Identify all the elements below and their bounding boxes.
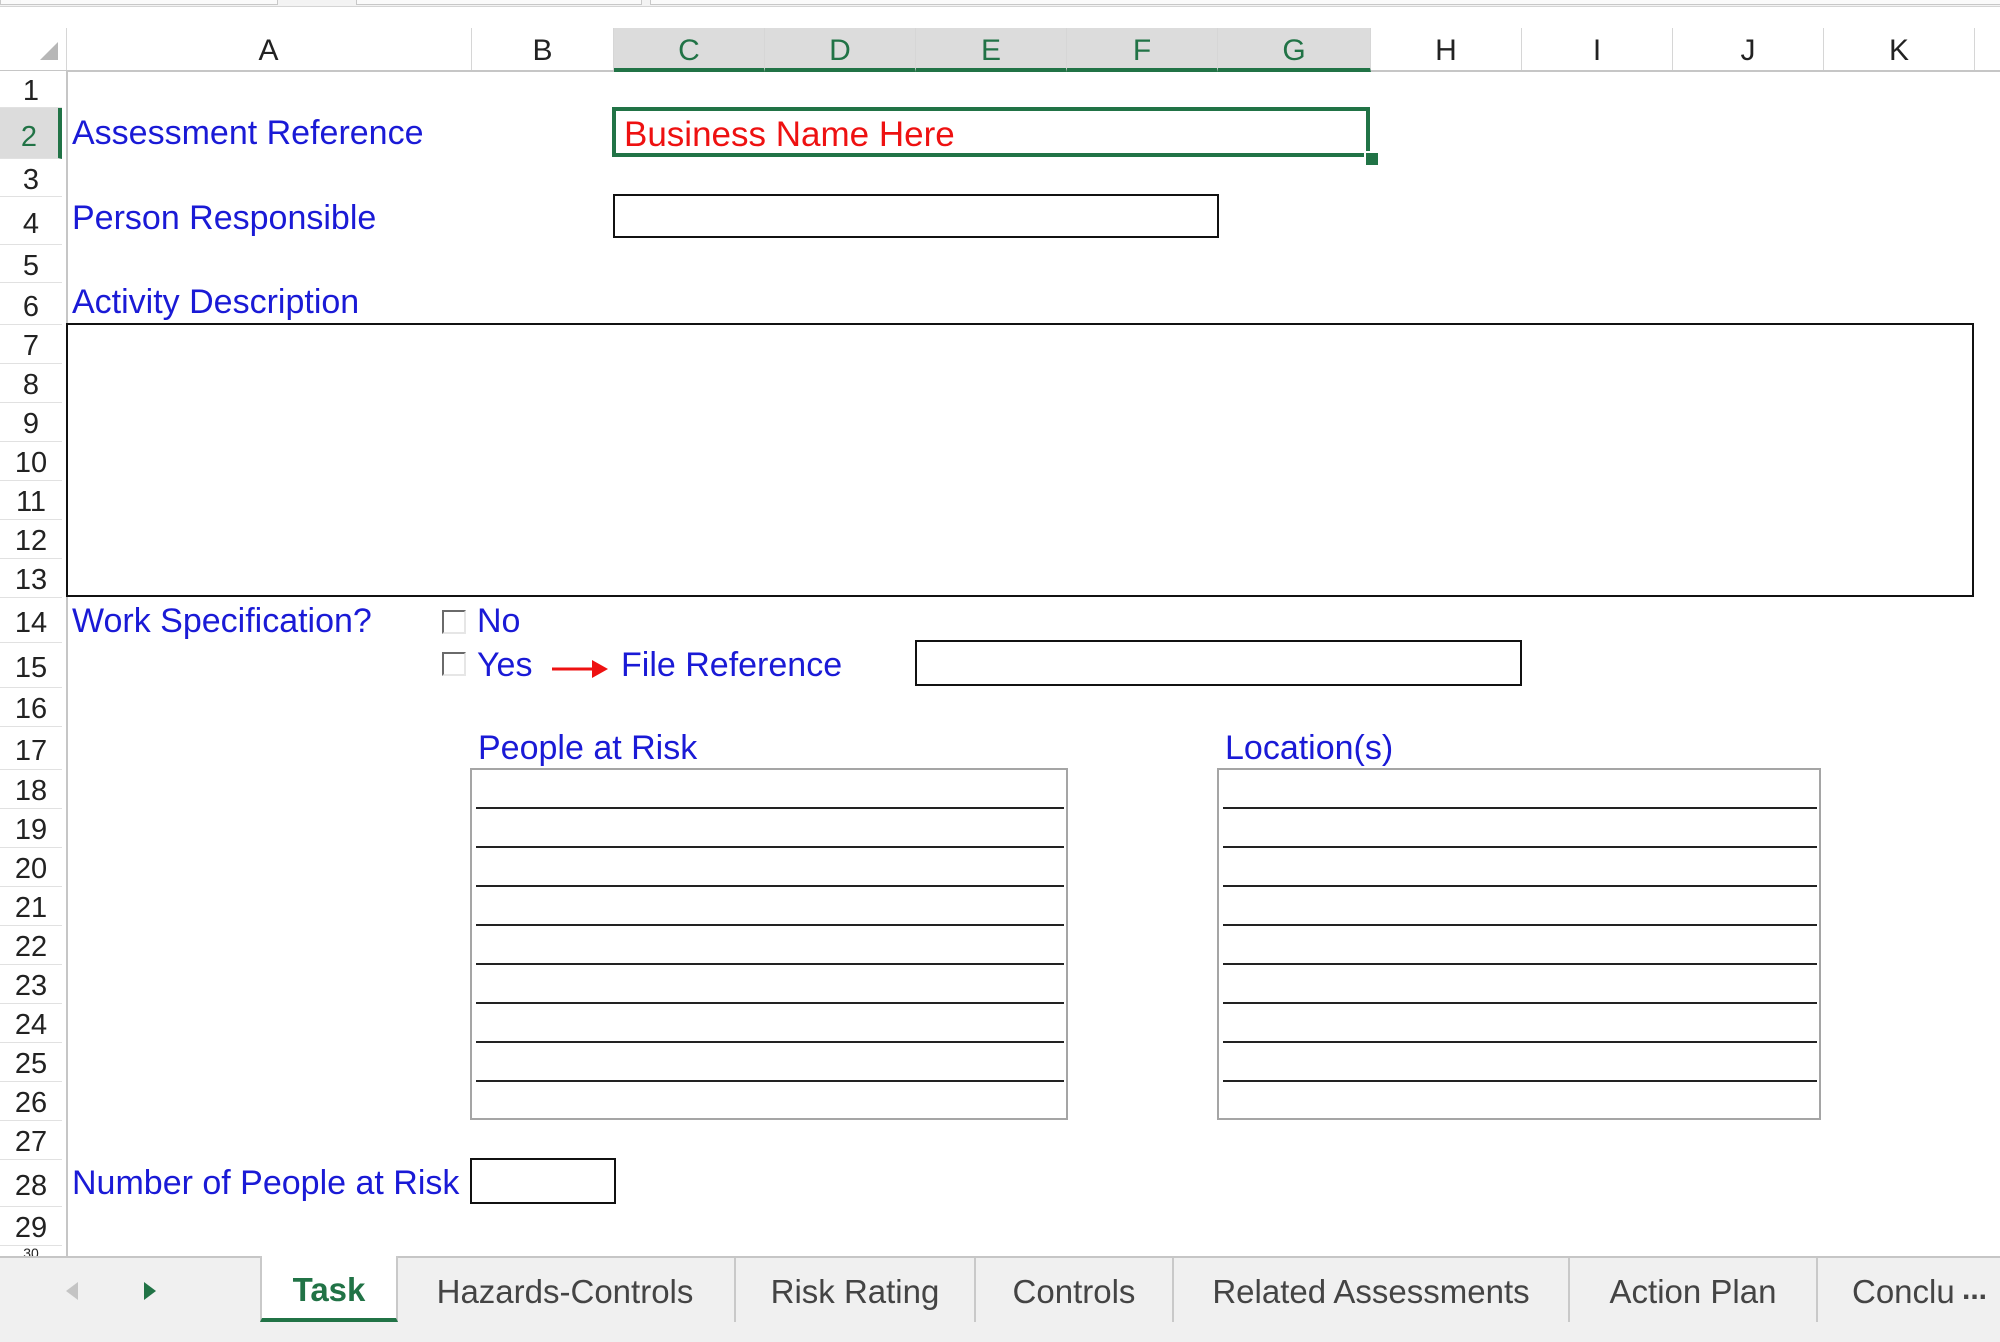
column-header-g[interactable]: G bbox=[1218, 28, 1371, 72]
row-header-16[interactable]: 16 bbox=[0, 688, 62, 727]
row-header-23[interactable]: 23 bbox=[0, 965, 62, 1004]
row-header-19[interactable]: 19 bbox=[0, 809, 62, 848]
list-row-divider bbox=[1223, 885, 1817, 887]
list-row-divider bbox=[1223, 924, 1817, 926]
row-header-3[interactable]: 3 bbox=[0, 159, 62, 197]
list-row-divider bbox=[476, 846, 1064, 848]
list-row-divider bbox=[476, 1041, 1064, 1043]
list-row-divider bbox=[476, 963, 1064, 965]
column-header-k[interactable]: K bbox=[1824, 28, 1975, 70]
list-row-divider bbox=[476, 807, 1064, 809]
row-header-12[interactable]: 12 bbox=[0, 520, 62, 559]
row-header-1[interactable]: 1 bbox=[0, 71, 62, 108]
column-header-b[interactable]: B bbox=[472, 28, 614, 70]
more-tabs-ellipsis[interactable]: ... bbox=[1962, 1258, 1987, 1322]
fill-handle[interactable] bbox=[1364, 151, 1380, 167]
row-header-4[interactable]: 4 bbox=[0, 197, 62, 245]
column-header-f[interactable]: F bbox=[1067, 28, 1218, 72]
row-header-7[interactable]: 7 bbox=[0, 325, 62, 364]
number-of-people-input[interactable] bbox=[470, 1158, 616, 1204]
list-row-divider bbox=[1223, 807, 1817, 809]
row-header-5[interactable]: 5 bbox=[0, 245, 62, 283]
row-header-15[interactable]: 15 bbox=[0, 643, 62, 688]
work-specification-label: Work Specification? bbox=[72, 602, 372, 640]
list-row-divider bbox=[1223, 1002, 1817, 1004]
row-header-14[interactable]: 14 bbox=[0, 598, 62, 643]
list-row-divider bbox=[1223, 963, 1817, 965]
person-responsible-label: Person Responsible bbox=[72, 199, 377, 237]
selected-cell-assessment-reference[interactable]: Business Name Here bbox=[612, 107, 1370, 157]
list-row-divider bbox=[476, 924, 1064, 926]
number-of-people-at-risk-label: Number of People at Risk bbox=[72, 1164, 460, 1202]
row-header-17[interactable]: 17 bbox=[0, 727, 62, 770]
activity-description-textarea[interactable] bbox=[66, 323, 1974, 597]
list-row-divider bbox=[476, 1080, 1064, 1082]
row-header-26[interactable]: 26 bbox=[0, 1082, 62, 1121]
column-header-a[interactable]: A bbox=[66, 28, 472, 70]
tab-hazards-controls[interactable]: Hazards-Controls bbox=[396, 1258, 736, 1322]
no-label[interactable]: No bbox=[477, 602, 520, 641]
row-header-11[interactable]: 11 bbox=[0, 481, 62, 520]
tab-task[interactable]: Task bbox=[260, 1256, 398, 1322]
arrow-right-icon bbox=[552, 660, 608, 678]
column-header-i[interactable]: I bbox=[1522, 28, 1673, 70]
row-header-29[interactable]: 29 bbox=[0, 1207, 62, 1246]
row-header-8[interactable]: 8 bbox=[0, 364, 62, 403]
ribbon-control[interactable] bbox=[0, 0, 278, 5]
tab-risk-rating[interactable]: Risk Rating bbox=[736, 1258, 976, 1322]
row-header-22[interactable]: 22 bbox=[0, 926, 62, 965]
list-row-divider bbox=[1223, 1080, 1817, 1082]
ribbon-control[interactable] bbox=[356, 0, 642, 5]
row-header-13[interactable]: 13 bbox=[0, 559, 62, 598]
file-reference-label: File Reference bbox=[621, 646, 843, 684]
yes-label[interactable]: Yes bbox=[477, 646, 532, 685]
column-header-h[interactable]: H bbox=[1371, 28, 1522, 70]
row-header-20[interactable]: 20 bbox=[0, 848, 62, 887]
sheet-tab-bar: Task Hazards-Controls Risk Rating Contro… bbox=[0, 1256, 2000, 1324]
row-header-21[interactable]: 21 bbox=[0, 887, 62, 926]
person-responsible-input[interactable] bbox=[613, 194, 1219, 238]
business-name-value: Business Name Here bbox=[624, 115, 955, 154]
tab-action-plan[interactable]: Action Plan bbox=[1570, 1258, 1818, 1322]
locations-label: Location(s) bbox=[1225, 729, 1394, 767]
people-at-risk-label: People at Risk bbox=[478, 729, 698, 767]
status-bar bbox=[0, 1322, 2000, 1342]
column-header-j[interactable]: J bbox=[1673, 28, 1824, 70]
tab-controls[interactable]: Controls bbox=[976, 1258, 1174, 1322]
people-at-risk-listbox[interactable] bbox=[470, 768, 1068, 1120]
row-header-25[interactable]: 25 bbox=[0, 1043, 62, 1082]
yes-checkbox[interactable] bbox=[442, 652, 466, 676]
scroll-tabs-right-icon[interactable] bbox=[142, 1280, 158, 1302]
column-header-d[interactable]: D bbox=[765, 28, 916, 72]
row-header-9[interactable]: 9 bbox=[0, 403, 62, 442]
row-header-6[interactable]: 6 bbox=[0, 283, 62, 325]
column-header-c[interactable]: C bbox=[614, 28, 765, 72]
formula-bar[interactable] bbox=[650, 0, 2000, 5]
row-header-10[interactable]: 10 bbox=[0, 442, 62, 481]
select-all-triangle-icon bbox=[40, 42, 58, 60]
no-checkbox[interactable] bbox=[442, 610, 466, 634]
row-header-27[interactable]: 27 bbox=[0, 1121, 62, 1160]
file-reference-input[interactable] bbox=[915, 640, 1522, 686]
row-header-18[interactable]: 18 bbox=[0, 770, 62, 809]
row-header-24[interactable]: 24 bbox=[0, 1004, 62, 1043]
list-row-divider bbox=[476, 885, 1064, 887]
list-row-divider bbox=[1223, 1041, 1817, 1043]
tab-conclu[interactable]: Conclu bbox=[1818, 1258, 1958, 1322]
scroll-tabs-left-icon[interactable] bbox=[64, 1280, 80, 1302]
list-row-divider bbox=[476, 1002, 1064, 1004]
assessment-reference-label: Assessment Reference bbox=[72, 114, 424, 152]
tab-related-assessments[interactable]: Related Assessments bbox=[1174, 1258, 1570, 1322]
activity-description-label: Activity Description bbox=[72, 283, 360, 321]
list-row-divider bbox=[1223, 846, 1817, 848]
locations-listbox[interactable] bbox=[1217, 768, 1821, 1120]
column-header-e[interactable]: E bbox=[916, 28, 1067, 72]
row-header-28[interactable]: 28 bbox=[0, 1160, 62, 1207]
row-header-2[interactable]: 2 bbox=[0, 108, 62, 159]
